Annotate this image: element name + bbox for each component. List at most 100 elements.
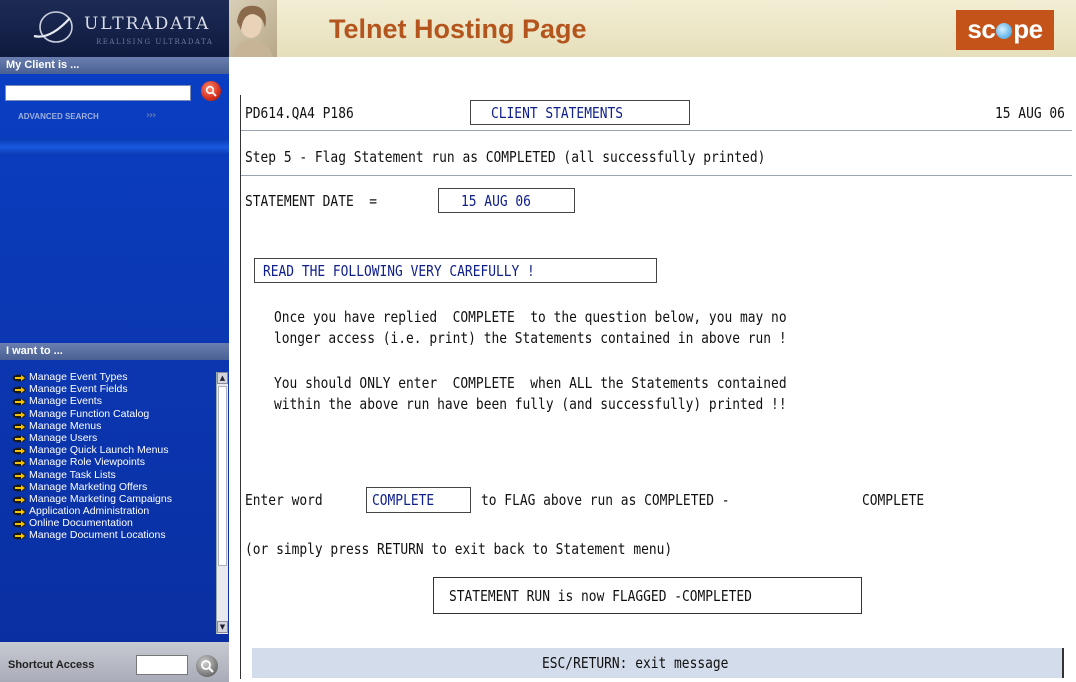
program-id: PD614.QA4 P186 [245,104,354,122]
arrow-icon [12,484,26,492]
prompt-keyword-box: COMPLETE [366,487,471,513]
statement-date-value: 15 AUG 06 [461,192,531,210]
iwant-item[interactable]: Manage Quick Launch Menus [0,445,216,456]
scope-logo: sc pe [956,10,1054,50]
page-title: Telnet Hosting Page [329,14,587,44]
iwant-item[interactable]: Manage Users [0,431,216,444]
iwant-item[interactable]: Manage Marketing Offers [0,480,216,493]
shortcut-label: Shortcut Access [8,659,95,671]
iwant-item[interactable]: Manage Function Catalog [0,407,216,420]
iwant-item[interactable]: Manage Marketing Campaigns [0,492,216,505]
result-message: STATEMENT RUN is now FLAGGED -COMPLETED [449,587,752,605]
client-search-button[interactable] [201,81,221,101]
shortcut-go-button[interactable] [196,655,218,677]
brand-text-left: sc [967,14,996,44]
arrow-icon [12,398,26,406]
iwant-scrollbar[interactable]: ▲ ▼ [216,372,228,634]
advanced-search-link[interactable]: ADVANCED SEARCH [18,112,99,121]
scroll-down-button[interactable]: ▼ [217,621,228,633]
return-hint: (or simply press RETURN to exit back to … [245,540,673,558]
scroll-up-button[interactable]: ▲ [217,372,228,384]
result-message-box: STATEMENT RUN is now FLAGGED -COMPLETED [433,577,862,614]
logo-tagline: REALISING ULTRADATA [96,38,214,46]
screen-title-box: CLIENT STATEMENTS [470,100,690,125]
arrow-icon [12,532,26,540]
iwant-item[interactable]: Manage Event Types [0,372,216,383]
prompt-keyword: COMPLETE [372,491,435,509]
iwant-item-label: Manage Document Locations [29,529,166,542]
iwant-item-label: Manage Event Fields [29,383,128,396]
iwant-item-label: Manage Event Types [29,372,128,383]
iwant-section-header: I want to ... [0,343,229,360]
iwant-item-label: Manage Quick Launch Menus [29,444,169,457]
arrow-icon [12,374,26,382]
sidebar: ULTRADATA REALISING ULTRADATA My Client … [0,0,229,682]
iwant-item-label: Application Administration [29,505,150,518]
logo-text: ULTRADATA [84,14,211,34]
iwant-item-label: Manage Events [29,395,102,408]
brand-text-right: pe [1013,14,1043,44]
iwant-item-label: Manage Menus [29,419,102,432]
header-photo [229,0,277,57]
arrow-icon [12,435,26,443]
iwant-item-label: Manage Marketing Campaigns [29,492,172,505]
arrow-icon [12,520,26,528]
section-divider [0,140,229,154]
client-search-input[interactable] [5,85,191,101]
iwant-item[interactable]: Manage Task Lists [0,468,216,481]
shortcut-input[interactable] [136,655,188,675]
shortcut-bar: Shortcut Access [0,642,229,682]
warning-box: READ THE FOLLOWING VERY CAREFULLY ! [254,258,657,283]
prompt-prefix: Enter word [245,491,323,509]
arrow-icon [12,496,26,504]
step-text: Step 5 - Flag Statement run as COMPLETED… [245,148,766,166]
warning-text: READ THE FOLLOWING VERY CAREFULLY ! [263,262,535,280]
person-photo-icon [233,5,273,57]
search-icon [201,660,214,673]
divider [241,130,1072,131]
scroll-thumb[interactable] [218,386,227,566]
telnet-terminal[interactable]: PD614.QA4 P186 CLIENT STATEMENTS 15 AUG … [240,95,1072,679]
iwant-item-label: Manage Task Lists [29,468,116,481]
logo-bar: ULTRADATA REALISING ULTRADATA [0,0,229,57]
instruction-line: You should ONLY enter COMPLETE when ALL … [274,374,787,392]
screen-date: 15 AUG 06 [995,104,1065,122]
footer-message: ESC/RETURN: exit message [542,654,729,672]
iwant-item[interactable]: Manage Role Viewpoints [0,457,216,468]
iwant-item[interactable]: Manage Events [0,396,216,407]
instruction-line: longer access (i.e. print) the Statement… [274,329,787,347]
iwant-menu-list: Manage Event Types Manage Event Fields Man… [0,372,216,634]
iwant-item-label: Manage Function Catalog [29,407,150,420]
divider [241,175,1072,176]
arrow-icon [12,423,26,431]
prompt-input[interactable]: COMPLETE [862,491,924,509]
iwant-item[interactable]: Online Documentation [0,518,216,529]
search-icon [205,85,217,97]
arrow-icon [12,447,26,455]
double-chevron-icon: ››› [146,110,156,121]
screen-title: CLIENT STATEMENTS [491,104,624,122]
iwant-item-label: Online Documentation [29,517,133,530]
page-header: Telnet Hosting Page sc pe [229,0,1076,57]
instruction-line: within the above run have been fully (an… [274,395,787,413]
iwant-item[interactable]: Manage Event Fields [0,384,216,395]
arrow-icon [12,411,26,419]
footer-bar: ESC/RETURN: exit message [252,648,1064,678]
prompt-suffix: to FLAG above run as COMPLETED - [481,491,730,509]
client-section-header: My Client is ... [0,57,229,74]
iwant-item-label: Manage Users [29,431,98,444]
arrow-icon [12,508,26,516]
arrow-icon [12,386,26,394]
iwant-item[interactable]: Manage Document Locations [0,530,216,541]
statement-date-field: 15 AUG 06 [438,188,575,213]
instruction-line: Once you have replied COMPLETE to the qu… [274,308,787,326]
iwant-item-label: Manage Role Viewpoints [29,456,145,469]
iwant-item[interactable]: Manage Menus [0,419,216,432]
arrow-icon [12,472,26,479]
arrow-icon [12,459,26,467]
iwant-item-label: Manage Marketing Offers [29,480,148,493]
ultradata-logo-icon [33,11,73,43]
globe-icon [996,23,1013,39]
iwant-item[interactable]: Application Administration [0,506,216,517]
statement-date-label: STATEMENT DATE = [245,192,378,210]
